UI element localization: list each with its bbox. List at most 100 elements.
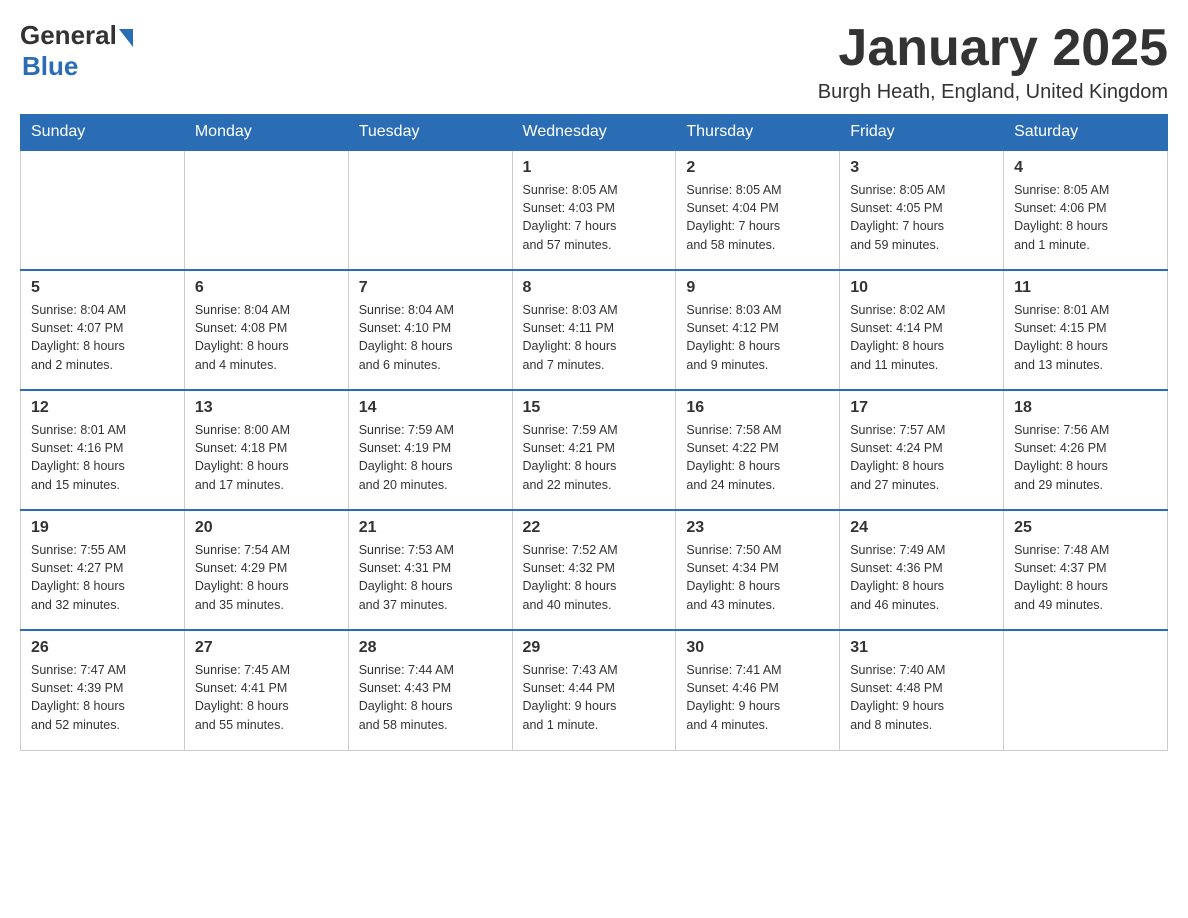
- day-info: Sunrise: 7:54 AMSunset: 4:29 PMDaylight:…: [195, 541, 338, 614]
- day-number: 5: [31, 279, 174, 297]
- day-number: 10: [850, 279, 993, 297]
- day-number: 17: [850, 399, 993, 417]
- month-title: January 2025: [818, 20, 1168, 77]
- day-number: 27: [195, 639, 338, 657]
- calendar-cell: 2Sunrise: 8:05 AMSunset: 4:04 PMDaylight…: [676, 150, 840, 270]
- calendar-cell: 12 Sunrise: 8:01 AMSunset: 4:16 PMDayligh…: [21, 390, 185, 510]
- day-info: Sunrise: 7:52 AMSunset: 4:32 PMDaylight:…: [523, 541, 666, 614]
- day-header-wednesday: Wednesday: [512, 115, 676, 151]
- calendar-cell: 13 Sunrise: 8:00 AMSunset: 4:18 PMDayligh…: [184, 390, 348, 510]
- calendar-cell: 7 Sunrise: 8:04 AMSunset: 4:10 PMDaylight…: [348, 270, 512, 390]
- day-info: Sunrise: 7:50 AMSunset: 4:34 PMDaylight:…: [686, 541, 829, 614]
- calendar-cell: 14 Sunrise: 7:59 AMSunset: 4:19 PMDayligh…: [348, 390, 512, 510]
- calendar-cell: 16Sunrise: 7:58 AMSunset: 4:22 PMDayligh…: [676, 390, 840, 510]
- calendar-cell: 8Sunrise: 8:03 AMSunset: 4:11 PMDaylight…: [512, 270, 676, 390]
- logo-triangle-icon: [119, 29, 133, 47]
- logo-blue-text: Blue: [22, 51, 78, 82]
- day-number: 21: [359, 519, 502, 537]
- day-number: 14: [359, 399, 502, 417]
- day-info: Sunrise: 7:49 AMSunset: 4:36 PMDaylight:…: [850, 541, 993, 614]
- calendar-cell: 30 Sunrise: 7:41 AMSunset: 4:46 PMDayligh…: [676, 630, 840, 750]
- day-info: Sunrise: 8:04 AMSunset: 4:08 PMDaylight:…: [195, 301, 338, 374]
- day-number: 7: [359, 279, 502, 297]
- day-info: Sunrise: 8:01 AMSunset: 4:15 PMDaylight:…: [1014, 301, 1157, 374]
- calendar-table: SundayMondayTuesdayWednesdayThursdayFrid…: [20, 114, 1168, 751]
- day-number: 31: [850, 639, 993, 657]
- day-number: 13: [195, 399, 338, 417]
- day-info: Sunrise: 8:04 AMSunset: 4:10 PMDaylight:…: [359, 301, 502, 374]
- day-number: 28: [359, 639, 502, 657]
- calendar-cell: 9Sunrise: 8:03 AMSunset: 4:12 PMDaylight…: [676, 270, 840, 390]
- calendar-week-row: 12 Sunrise: 8:01 AMSunset: 4:16 PMDayligh…: [21, 390, 1168, 510]
- calendar-cell: 10 Sunrise: 8:02 AMSunset: 4:14 PMDayligh…: [840, 270, 1004, 390]
- page-header: General Blue January 2025 Burgh Heath, E…: [20, 20, 1168, 104]
- calendar-cell: 20Sunrise: 7:54 AMSunset: 4:29 PMDayligh…: [184, 510, 348, 630]
- calendar-cell: 27 Sunrise: 7:45 AMSunset: 4:41 PMDayligh…: [184, 630, 348, 750]
- calendar-cell: [21, 150, 185, 270]
- calendar-week-row: 5 Sunrise: 8:04 AMSunset: 4:07 PMDaylight…: [21, 270, 1168, 390]
- day-number: 30: [686, 639, 829, 657]
- day-header-saturday: Saturday: [1004, 115, 1168, 151]
- day-info: Sunrise: 7:59 AMSunset: 4:21 PMDaylight:…: [523, 421, 666, 494]
- calendar-week-row: 19 Sunrise: 7:55 AMSunset: 4:27 PMDayligh…: [21, 510, 1168, 630]
- day-number: 18: [1014, 399, 1157, 417]
- calendar-cell: 15 Sunrise: 7:59 AMSunset: 4:21 PMDayligh…: [512, 390, 676, 510]
- calendar-cell: 22 Sunrise: 7:52 AMSunset: 4:32 PMDayligh…: [512, 510, 676, 630]
- day-info: Sunrise: 8:05 AMSunset: 4:03 PMDaylight:…: [523, 181, 666, 254]
- calendar-cell: 29 Sunrise: 7:43 AMSunset: 4:44 PMDayligh…: [512, 630, 676, 750]
- day-number: 19: [31, 519, 174, 537]
- day-header-thursday: Thursday: [676, 115, 840, 151]
- day-number: 4: [1014, 159, 1157, 177]
- calendar-cell: 4 Sunrise: 8:05 AMSunset: 4:06 PMDaylight…: [1004, 150, 1168, 270]
- day-number: 29: [523, 639, 666, 657]
- day-number: 25: [1014, 519, 1157, 537]
- day-number: 15: [523, 399, 666, 417]
- day-info: Sunrise: 7:47 AMSunset: 4:39 PMDaylight:…: [31, 661, 174, 734]
- day-info: Sunrise: 7:58 AMSunset: 4:22 PMDaylight:…: [686, 421, 829, 494]
- day-info: Sunrise: 7:59 AMSunset: 4:19 PMDaylight:…: [359, 421, 502, 494]
- calendar-cell: 17Sunrise: 7:57 AMSunset: 4:24 PMDayligh…: [840, 390, 1004, 510]
- calendar-cell: 5 Sunrise: 8:04 AMSunset: 4:07 PMDaylight…: [21, 270, 185, 390]
- day-header-sunday: Sunday: [21, 115, 185, 151]
- calendar-cell: 11 Sunrise: 8:01 AMSunset: 4:15 PMDayligh…: [1004, 270, 1168, 390]
- day-number: 11: [1014, 279, 1157, 297]
- calendar-cell: 26 Sunrise: 7:47 AMSunset: 4:39 PMDayligh…: [21, 630, 185, 750]
- day-header-friday: Friday: [840, 115, 1004, 151]
- calendar-cell: 21 Sunrise: 7:53 AMSunset: 4:31 PMDayligh…: [348, 510, 512, 630]
- day-info: Sunrise: 7:40 AMSunset: 4:48 PMDaylight:…: [850, 661, 993, 734]
- day-info: Sunrise: 8:01 AMSunset: 4:16 PMDaylight:…: [31, 421, 174, 494]
- day-info: Sunrise: 7:41 AMSunset: 4:46 PMDaylight:…: [686, 661, 829, 734]
- day-info: Sunrise: 7:55 AMSunset: 4:27 PMDaylight:…: [31, 541, 174, 614]
- day-number: 6: [195, 279, 338, 297]
- day-info: Sunrise: 7:53 AMSunset: 4:31 PMDaylight:…: [359, 541, 502, 614]
- logo: General Blue: [20, 20, 133, 82]
- logo-general-text: General: [20, 20, 117, 51]
- calendar-week-row: 26 Sunrise: 7:47 AMSunset: 4:39 PMDayligh…: [21, 630, 1168, 750]
- calendar-cell: [184, 150, 348, 270]
- calendar-cell: 19 Sunrise: 7:55 AMSunset: 4:27 PMDayligh…: [21, 510, 185, 630]
- day-info: Sunrise: 7:44 AMSunset: 4:43 PMDaylight:…: [359, 661, 502, 734]
- calendar-week-row: 1Sunrise: 8:05 AMSunset: 4:03 PMDaylight…: [21, 150, 1168, 270]
- day-header-tuesday: Tuesday: [348, 115, 512, 151]
- day-header-monday: Monday: [184, 115, 348, 151]
- day-info: Sunrise: 7:43 AMSunset: 4:44 PMDaylight:…: [523, 661, 666, 734]
- calendar-cell: 25 Sunrise: 7:48 AMSunset: 4:37 PMDayligh…: [1004, 510, 1168, 630]
- day-info: Sunrise: 8:05 AMSunset: 4:06 PMDaylight:…: [1014, 181, 1157, 254]
- calendar-cell: 3Sunrise: 8:05 AMSunset: 4:05 PMDaylight…: [840, 150, 1004, 270]
- day-number: 23: [686, 519, 829, 537]
- day-info: Sunrise: 8:04 AMSunset: 4:07 PMDaylight:…: [31, 301, 174, 374]
- day-info: Sunrise: 7:45 AMSunset: 4:41 PMDaylight:…: [195, 661, 338, 734]
- calendar-cell: 23 Sunrise: 7:50 AMSunset: 4:34 PMDayligh…: [676, 510, 840, 630]
- title-area: January 2025 Burgh Heath, England, Unite…: [818, 20, 1168, 104]
- day-number: 22: [523, 519, 666, 537]
- day-info: Sunrise: 7:56 AMSunset: 4:26 PMDaylight:…: [1014, 421, 1157, 494]
- day-info: Sunrise: 7:48 AMSunset: 4:37 PMDaylight:…: [1014, 541, 1157, 614]
- day-number: 26: [31, 639, 174, 657]
- day-info: Sunrise: 8:00 AMSunset: 4:18 PMDaylight:…: [195, 421, 338, 494]
- day-info: Sunrise: 8:02 AMSunset: 4:14 PMDaylight:…: [850, 301, 993, 374]
- day-number: 12: [31, 399, 174, 417]
- day-number: 24: [850, 519, 993, 537]
- calendar-cell: 1Sunrise: 8:05 AMSunset: 4:03 PMDaylight…: [512, 150, 676, 270]
- calendar-cell: 28 Sunrise: 7:44 AMSunset: 4:43 PMDayligh…: [348, 630, 512, 750]
- day-number: 9: [686, 279, 829, 297]
